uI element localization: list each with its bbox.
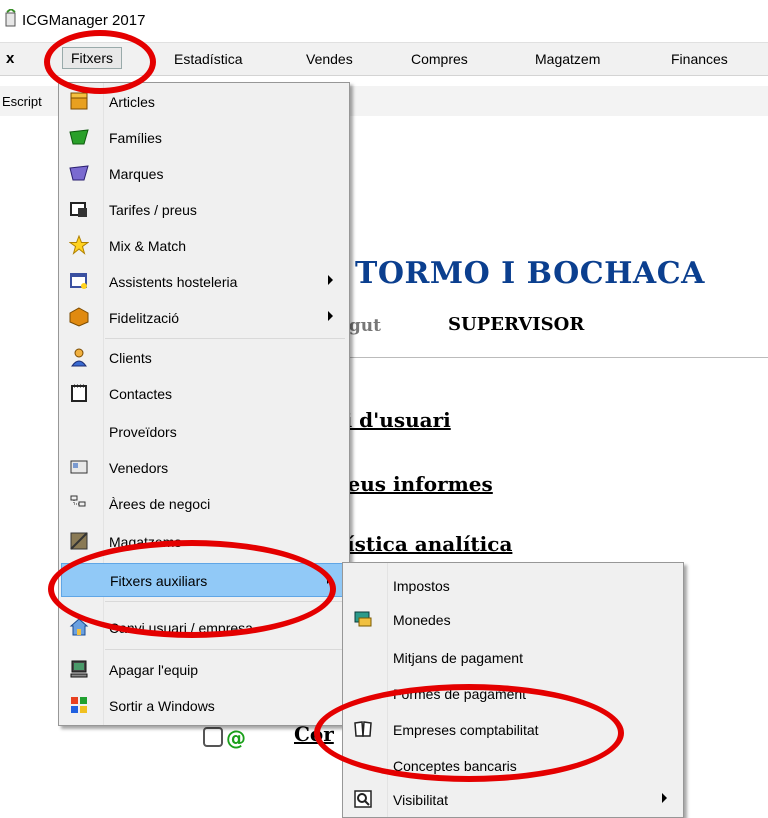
svg-text:@: @ [226, 726, 246, 750]
annotation-ring [314, 684, 624, 782]
menu-item-mixmatch[interactable]: Mix & Match [61, 229, 347, 261]
menu-item-contactes[interactable]: Contactes [61, 377, 347, 409]
submenu-arrow-icon [662, 793, 667, 803]
close-icon[interactable]: x [6, 50, 14, 67]
email-icon: @ [203, 726, 246, 750]
menu-item-apagar[interactable]: Apagar l'equip [61, 653, 347, 685]
menu-item-tarifes[interactable]: Tarifes / preus [61, 193, 347, 225]
window-title: ICGManager 2017 [22, 12, 146, 29]
menu-item-fidelitzacio[interactable]: Fidelització [61, 301, 347, 333]
green-folder-icon [69, 129, 89, 145]
currency-icon [354, 611, 372, 627]
menu-item-arees[interactable]: Àrees de negoci [61, 487, 347, 519]
menu-separator [105, 649, 345, 650]
notepad-icon [71, 384, 87, 402]
loyalty-box-icon [69, 307, 89, 327]
windows-icon [71, 697, 87, 713]
menu-item-marques[interactable]: Marques [61, 157, 347, 189]
menu-item-proveidors[interactable]: Proveïdors [61, 415, 347, 447]
submenu-item-monedes[interactable]: Monedes [345, 603, 681, 635]
annotation-ring [48, 540, 336, 638]
submenu-arrow-icon [328, 275, 333, 285]
menu-separator [105, 338, 345, 339]
id-card-icon [70, 460, 88, 474]
box-icon [70, 92, 88, 110]
magnifier-icon [354, 790, 372, 808]
submenu-item-visibilitat[interactable]: Visibilitat [345, 783, 681, 815]
menu-item-families[interactable]: Famílies [61, 121, 347, 153]
menu-item-venedors[interactable]: Venedors [61, 451, 347, 483]
annotation-ring [44, 30, 156, 94]
purple-folder-icon [69, 165, 89, 181]
menu-item-sortir[interactable]: Sortir a Windows [61, 689, 347, 721]
submenu-item-impostos[interactable]: Impostos [345, 569, 681, 601]
menu-compres[interactable]: Compres [411, 51, 468, 67]
menu-estadistica[interactable]: Estadística [174, 51, 242, 67]
app-icon [5, 9, 16, 27]
submenu-item-mitjans-pagament[interactable]: Mitjans de pagament [345, 641, 681, 673]
person-icon [71, 348, 87, 367]
submenu-arrow-icon [328, 311, 333, 321]
price-tag-icon [70, 202, 87, 217]
computer-icon [70, 660, 88, 678]
star-icon [69, 235, 89, 255]
warehouse-icon [70, 532, 88, 550]
menu-magatzem[interactable]: Magatzem [535, 51, 600, 67]
menu-item-clients[interactable]: Clients [61, 341, 347, 373]
link-user-change[interactable]: vi d'usuari [333, 408, 451, 432]
company-name: TORMO I BOCHACA [355, 256, 705, 291]
menu-finances[interactable]: Finances [671, 51, 728, 67]
menu-vendes[interactable]: Vendes [306, 51, 353, 67]
link-analytics[interactable]: dística analítica [333, 532, 512, 556]
user-role: SUPERVISOR [448, 314, 585, 335]
menu-item-assistents[interactable]: Assistents hosteleria [61, 265, 347, 297]
wizard-icon [70, 273, 87, 289]
link-my-reports[interactable]: neus informes [333, 472, 493, 496]
tree-icon [70, 495, 86, 507]
divider [328, 357, 768, 358]
toolbar-label[interactable]: Escript [2, 94, 42, 109]
